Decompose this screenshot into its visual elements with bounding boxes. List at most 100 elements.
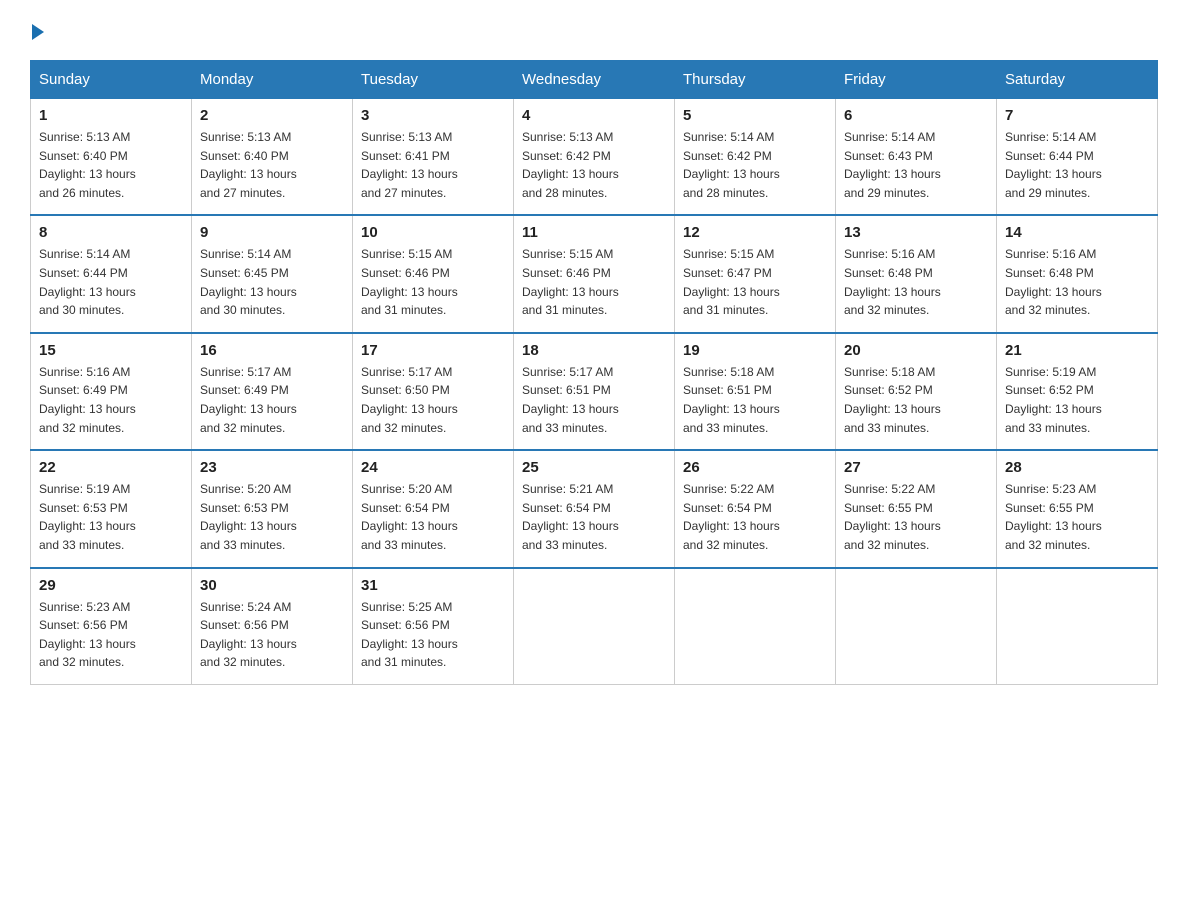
day-number: 30 [200,577,344,594]
day-info: Sunrise: 5:14 AMSunset: 6:43 PMDaylight:… [844,128,988,202]
day-number: 8 [39,224,183,241]
day-number: 12 [683,224,827,241]
day-number: 7 [1005,107,1149,124]
page-header [30,20,1158,40]
calendar-cell: 8 Sunrise: 5:14 AMSunset: 6:44 PMDaylight… [31,215,192,332]
day-number: 15 [39,342,183,359]
calendar-cell: 4 Sunrise: 5:13 AMSunset: 6:42 PMDaylight… [514,99,675,216]
header-row: SundayMondayTuesdayWednesdayThursdayFrid… [31,61,1158,99]
calendar-table: SundayMondayTuesdayWednesdayThursdayFrid… [30,60,1158,685]
day-info: Sunrise: 5:16 AMSunset: 6:48 PMDaylight:… [844,245,988,319]
day-info: Sunrise: 5:13 AMSunset: 6:41 PMDaylight:… [361,128,505,202]
calendar-body: 1 Sunrise: 5:13 AMSunset: 6:40 PMDaylight… [31,99,1158,685]
day-info: Sunrise: 5:14 AMSunset: 6:44 PMDaylight:… [39,245,183,319]
calendar-cell [514,568,675,685]
day-number: 10 [361,224,505,241]
calendar-cell: 24Sunrise: 5:20 AMSunset: 6:54 PMDayligh… [353,450,514,567]
calendar-cell: 19 Sunrise: 5:18 AMSunset: 6:51 PMDayligh… [675,333,836,450]
day-number: 2 [200,107,344,124]
calendar-cell: 14Sunrise: 5:16 AMSunset: 6:48 PMDayligh… [997,215,1158,332]
calendar-cell: 3 Sunrise: 5:13 AMSunset: 6:41 PMDaylight… [353,99,514,216]
header-sunday: Sunday [31,61,192,99]
day-info: Sunrise: 5:17 AMSunset: 6:49 PMDaylight:… [200,363,344,437]
day-info: Sunrise: 5:15 AMSunset: 6:46 PMDaylight:… [361,245,505,319]
calendar-cell: 15 Sunrise: 5:16 AMSunset: 6:49 PMDayligh… [31,333,192,450]
day-info: Sunrise: 5:14 AMSunset: 6:44 PMDaylight:… [1005,128,1149,202]
week-row-1: 1 Sunrise: 5:13 AMSunset: 6:40 PMDaylight… [31,99,1158,216]
calendar-cell: 23Sunrise: 5:20 AMSunset: 6:53 PMDayligh… [192,450,353,567]
calendar-cell: 29Sunrise: 5:23 AMSunset: 6:56 PMDayligh… [31,568,192,685]
day-number: 25 [522,459,666,476]
calendar-cell: 31Sunrise: 5:25 AMSunset: 6:56 PMDayligh… [353,568,514,685]
day-number: 6 [844,107,988,124]
day-number: 4 [522,107,666,124]
calendar-cell: 12 Sunrise: 5:15 AMSunset: 6:47 PMDayligh… [675,215,836,332]
day-info: Sunrise: 5:25 AMSunset: 6:56 PMDaylight:… [361,598,505,672]
logo-arrow-icon [32,24,44,40]
day-info: Sunrise: 5:18 AMSunset: 6:51 PMDaylight:… [683,363,827,437]
calendar-cell: 13 Sunrise: 5:16 AMSunset: 6:48 PMDayligh… [836,215,997,332]
day-number: 1 [39,107,183,124]
calendar-cell: 22Sunrise: 5:19 AMSunset: 6:53 PMDayligh… [31,450,192,567]
day-info: Sunrise: 5:16 AMSunset: 6:49 PMDaylight:… [39,363,183,437]
calendar-cell: 10 Sunrise: 5:15 AMSunset: 6:46 PMDayligh… [353,215,514,332]
header-friday: Friday [836,61,997,99]
calendar-cell: 16 Sunrise: 5:17 AMSunset: 6:49 PMDayligh… [192,333,353,450]
day-number: 22 [39,459,183,476]
day-info: Sunrise: 5:18 AMSunset: 6:52 PMDaylight:… [844,363,988,437]
week-row-3: 15 Sunrise: 5:16 AMSunset: 6:49 PMDayligh… [31,333,1158,450]
day-number: 20 [844,342,988,359]
day-info: Sunrise: 5:17 AMSunset: 6:50 PMDaylight:… [361,363,505,437]
calendar-cell: 11 Sunrise: 5:15 AMSunset: 6:46 PMDayligh… [514,215,675,332]
day-info: Sunrise: 5:19 AMSunset: 6:52 PMDaylight:… [1005,363,1149,437]
day-info: Sunrise: 5:22 AMSunset: 6:54 PMDaylight:… [683,480,827,554]
day-number: 16 [200,342,344,359]
day-number: 13 [844,224,988,241]
day-info: Sunrise: 5:13 AMSunset: 6:40 PMDaylight:… [200,128,344,202]
calendar-cell: 18Sunrise: 5:17 AMSunset: 6:51 PMDayligh… [514,333,675,450]
week-row-4: 22Sunrise: 5:19 AMSunset: 6:53 PMDayligh… [31,450,1158,567]
day-number: 24 [361,459,505,476]
calendar-cell: 30 Sunrise: 5:24 AMSunset: 6:56 PMDayligh… [192,568,353,685]
day-info: Sunrise: 5:14 AMSunset: 6:42 PMDaylight:… [683,128,827,202]
logo [30,20,44,40]
calendar-cell [997,568,1158,685]
day-number: 5 [683,107,827,124]
header-saturday: Saturday [997,61,1158,99]
day-number: 19 [683,342,827,359]
day-number: 27 [844,459,988,476]
day-number: 23 [200,459,344,476]
day-number: 11 [522,224,666,241]
day-info: Sunrise: 5:24 AMSunset: 6:56 PMDaylight:… [200,598,344,672]
day-number: 14 [1005,224,1149,241]
header-thursday: Thursday [675,61,836,99]
day-info: Sunrise: 5:14 AMSunset: 6:45 PMDaylight:… [200,245,344,319]
day-info: Sunrise: 5:13 AMSunset: 6:40 PMDaylight:… [39,128,183,202]
day-info: Sunrise: 5:15 AMSunset: 6:47 PMDaylight:… [683,245,827,319]
calendar-cell: 25Sunrise: 5:21 AMSunset: 6:54 PMDayligh… [514,450,675,567]
calendar-cell: 17 Sunrise: 5:17 AMSunset: 6:50 PMDayligh… [353,333,514,450]
logo-blue-container [30,20,44,40]
day-info: Sunrise: 5:15 AMSunset: 6:46 PMDaylight:… [522,245,666,319]
calendar-cell: 26Sunrise: 5:22 AMSunset: 6:54 PMDayligh… [675,450,836,567]
day-number: 9 [200,224,344,241]
calendar-cell: 28 Sunrise: 5:23 AMSunset: 6:55 PMDayligh… [997,450,1158,567]
day-number: 28 [1005,459,1149,476]
calendar-cell: 9 Sunrise: 5:14 AMSunset: 6:45 PMDaylight… [192,215,353,332]
day-info: Sunrise: 5:23 AMSunset: 6:56 PMDaylight:… [39,598,183,672]
calendar-cell [675,568,836,685]
calendar-cell: 2 Sunrise: 5:13 AMSunset: 6:40 PMDaylight… [192,99,353,216]
calendar-cell: 6 Sunrise: 5:14 AMSunset: 6:43 PMDaylight… [836,99,997,216]
calendar-header: SundayMondayTuesdayWednesdayThursdayFrid… [31,61,1158,99]
day-number: 21 [1005,342,1149,359]
day-number: 18 [522,342,666,359]
week-row-5: 29Sunrise: 5:23 AMSunset: 6:56 PMDayligh… [31,568,1158,685]
calendar-cell [836,568,997,685]
calendar-cell: 20 Sunrise: 5:18 AMSunset: 6:52 PMDayligh… [836,333,997,450]
day-number: 17 [361,342,505,359]
header-wednesday: Wednesday [514,61,675,99]
day-info: Sunrise: 5:13 AMSunset: 6:42 PMDaylight:… [522,128,666,202]
day-number: 3 [361,107,505,124]
day-info: Sunrise: 5:23 AMSunset: 6:55 PMDaylight:… [1005,480,1149,554]
week-row-2: 8 Sunrise: 5:14 AMSunset: 6:44 PMDaylight… [31,215,1158,332]
